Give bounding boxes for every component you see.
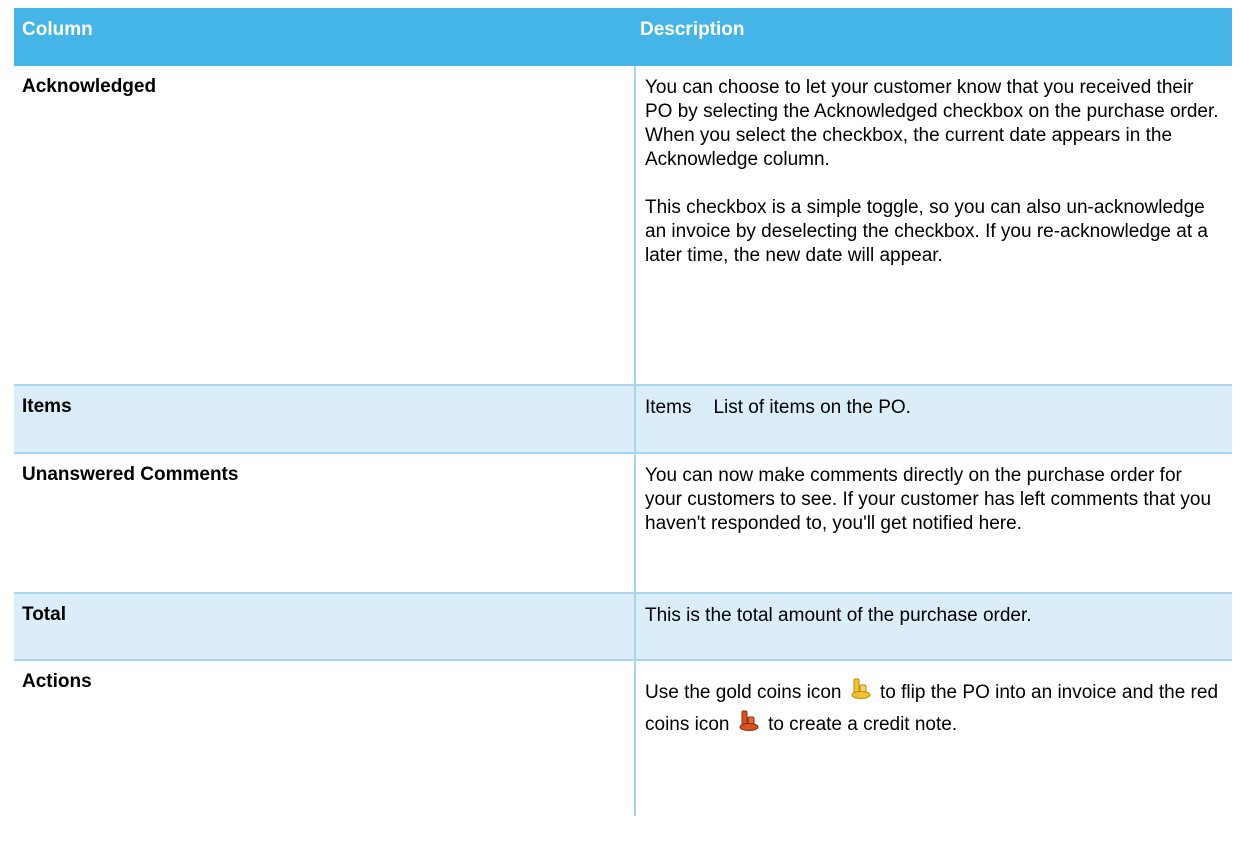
description-text: Use the gold coins icon [645,682,842,703]
table-header-row: Column Description [14,8,1232,66]
description-paragraph: You can choose to let your customer know… [645,77,1219,170]
table-row-actions: Actions Use the gold coins icon to flip … [14,659,1232,816]
row-label: Items [14,384,635,453]
row-label: Total [14,592,635,660]
row-description: Use the gold coins icon to flip the PO i… [634,659,1232,816]
description-text: to create a credit note. [768,714,958,735]
table-row-unanswered-comments: Unanswered Comments You can now make com… [14,452,1232,593]
row-label: Actions [14,659,635,816]
header-description: Description [640,19,745,40]
description-term: Items [645,397,692,418]
row-label: Acknowledged [22,76,157,97]
table-row-items: Items Items List of items on the PO. [14,384,1232,453]
row-label: Unanswered Comments [14,452,635,593]
row-description: You can choose to let your customer know… [634,66,1232,385]
header-column: Column [22,19,93,40]
table-row-acknowledged: Acknowledged You can choose to let your … [14,66,1232,385]
table-row-total: Total This is the total amount of the pu… [14,592,1232,660]
gold-coins-icon [851,678,871,710]
column-description-table: Column Description Acknowledged You can … [14,8,1232,816]
row-description: Items List of items on the PO. [634,384,1232,453]
red-coins-icon [739,710,759,742]
description-paragraph: This checkbox is a simple toggle, so you… [645,197,1208,266]
row-description: You can now make comments directly on th… [634,452,1232,593]
row-description: This is the total amount of the purchase… [634,592,1232,660]
description-text: List of items on the PO. [713,397,911,418]
